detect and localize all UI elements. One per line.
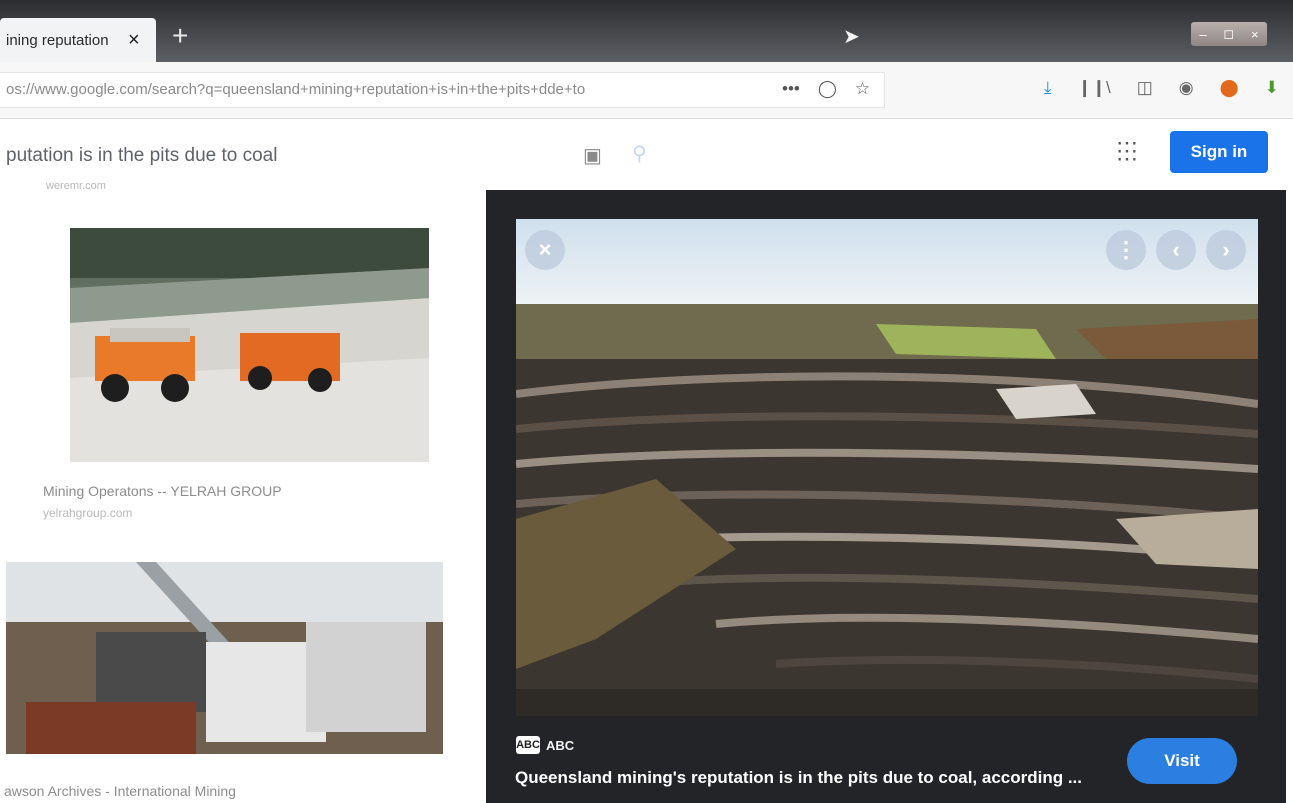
preview-panel bbox=[486, 190, 1286, 803]
cropped-source-text: weremr.com bbox=[46, 180, 106, 192]
sidebar-icon[interactable]: ◫ bbox=[1137, 78, 1153, 98]
account-icon[interactable]: ◉ bbox=[1179, 78, 1194, 98]
abc-logo-icon: ABC bbox=[516, 736, 540, 754]
tab-title: ining reputation bbox=[6, 31, 109, 49]
visit-button[interactable]: Visit bbox=[1127, 738, 1237, 784]
minimize-button[interactable]: – bbox=[1199, 27, 1206, 42]
previous-image-button[interactable]: ‹ bbox=[1156, 230, 1196, 270]
apps-grid-icon[interactable]: ⋯ ⋯ ⋯ bbox=[1116, 132, 1138, 170]
star-icon[interactable]: ☆ bbox=[855, 79, 870, 99]
preview-source[interactable]: ABC ABC bbox=[516, 736, 574, 754]
preview-title[interactable]: Queensland mining's reputation is in the… bbox=[515, 768, 1115, 788]
result-thumbnail[interactable] bbox=[6, 562, 443, 754]
google-header: putation is in the pits due to coal ▣ ⚲ … bbox=[0, 119, 1293, 189]
close-preview-button[interactable]: × bbox=[525, 230, 565, 270]
window-close-button[interactable]: × bbox=[1251, 27, 1259, 42]
result-thumbnail[interactable] bbox=[70, 228, 429, 462]
toolbar-icons: ⤓ ❙❙\ ◫ ◉ ⬤ ⬇ bbox=[1044, 78, 1279, 98]
browser-tab[interactable]: ining reputation × bbox=[0, 18, 156, 62]
maximize-button[interactable]: ◻ bbox=[1223, 26, 1234, 42]
download-icon[interactable]: ⤓ bbox=[1044, 78, 1052, 98]
sign-in-button[interactable]: Sign in bbox=[1170, 131, 1268, 173]
url-actions: ••• ◯ ☆ bbox=[782, 79, 870, 99]
result-caption[interactable]: Mining Operatons -- YELRAH GROUP bbox=[43, 483, 282, 499]
extension-icon[interactable]: ⬤ bbox=[1220, 78, 1239, 98]
mouse-cursor-icon: ➤ bbox=[843, 26, 860, 48]
extension-icon[interactable]: ⬇ bbox=[1265, 78, 1279, 98]
library-icon[interactable]: ❙❙\ bbox=[1078, 78, 1111, 98]
new-tab-button[interactable]: + bbox=[172, 20, 188, 52]
result-source[interactable]: yelrahgroup.com bbox=[43, 506, 132, 520]
next-image-button[interactable]: › bbox=[1206, 230, 1246, 270]
nav-bar: os://www.google.com/search?q=queensland+… bbox=[0, 62, 1293, 119]
url-text[interactable]: os://www.google.com/search?q=queensland+… bbox=[6, 81, 726, 98]
url-bar[interactable]: os://www.google.com/search?q=queensland+… bbox=[0, 72, 885, 108]
search-icon[interactable]: ⚲ bbox=[632, 141, 647, 166]
camera-icon[interactable]: ▣ bbox=[583, 143, 602, 168]
pocket-icon[interactable]: ◯ bbox=[818, 79, 837, 99]
preview-image[interactable] bbox=[516, 219, 1258, 716]
search-query[interactable]: putation is in the pits due to coal bbox=[6, 145, 277, 167]
more-options-button[interactable]: ⋮ bbox=[1106, 230, 1146, 270]
page-actions-icon[interactable]: ••• bbox=[782, 79, 800, 99]
window-controls: – ◻ × bbox=[1191, 22, 1267, 46]
result-caption[interactable]: awson Archives - International Mining bbox=[4, 783, 236, 799]
tab-strip: ining reputation × + – ◻ × ➤ bbox=[0, 0, 1293, 62]
tab-close-icon[interactable]: × bbox=[128, 29, 140, 52]
source-name: ABC bbox=[546, 737, 575, 753]
